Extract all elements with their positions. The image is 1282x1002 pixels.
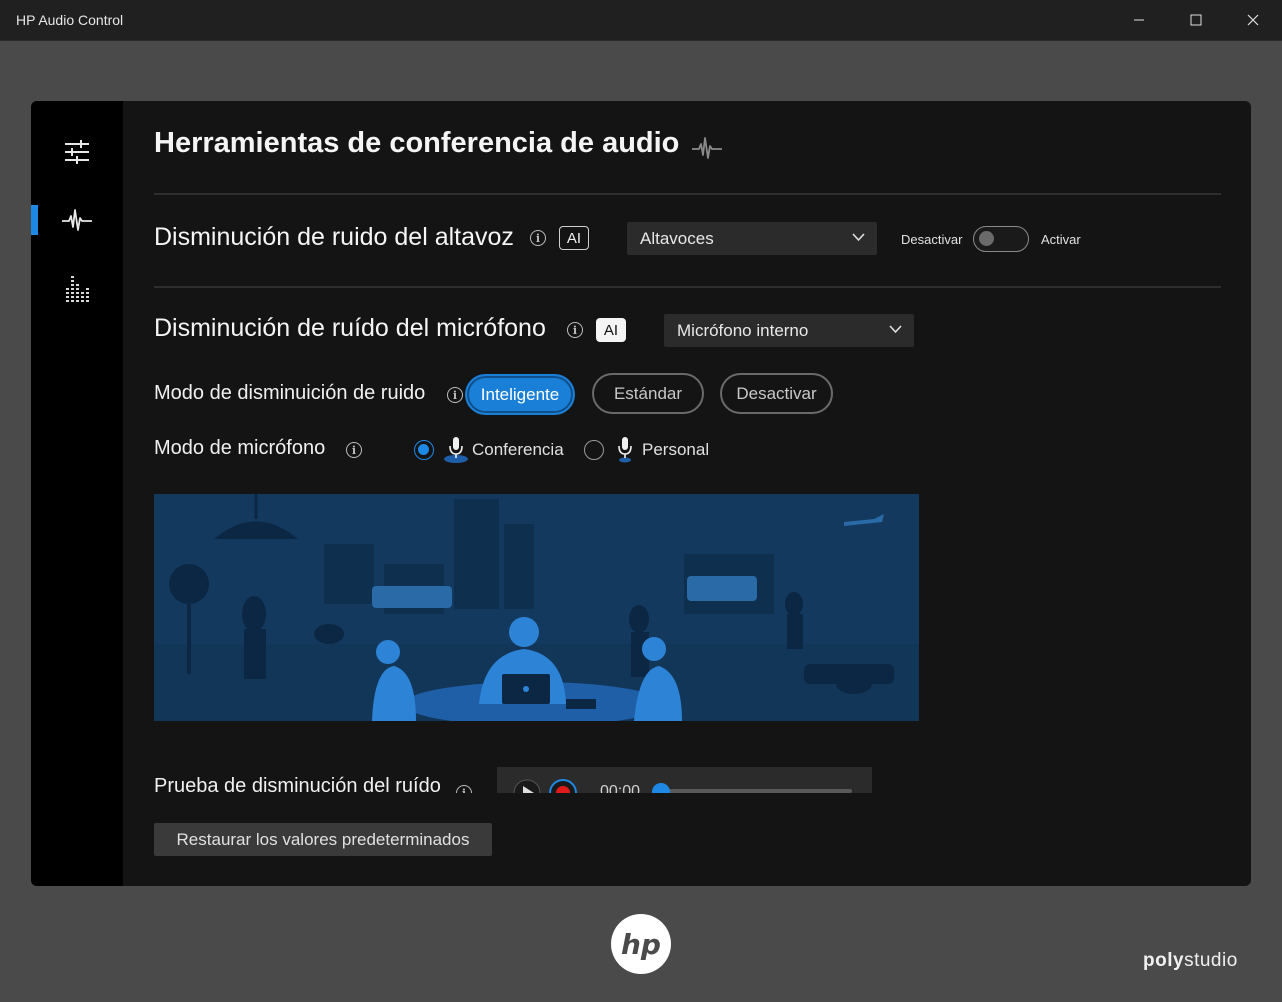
restore-defaults-button[interactable]: Restaurar los valores predeterminados xyxy=(154,823,492,856)
main-panel: Herramientas de conferencia de audio Dis… xyxy=(31,101,1251,886)
mode-off-button[interactable]: Desactivar xyxy=(720,373,833,414)
divider xyxy=(154,193,1221,195)
noise-test-row: Prueba de disminución del ruído i 00:00 xyxy=(154,761,934,793)
info-icon[interactable]: i xyxy=(456,785,472,793)
mode-standard-button[interactable]: Estándar xyxy=(592,373,704,414)
page-title: Herramientas de conferencia de audio xyxy=(154,127,680,159)
poly-logo-light: studio xyxy=(1184,950,1238,971)
title-bar: HP Audio Control xyxy=(0,0,1282,41)
equalizer-icon xyxy=(66,276,89,302)
test-progress-thumb[interactable] xyxy=(652,783,670,793)
waveform-icon xyxy=(692,137,722,159)
info-icon[interactable]: i xyxy=(346,442,362,458)
ai-badge: AI xyxy=(596,318,626,342)
microphone-personal-icon xyxy=(618,437,632,463)
mic-device-value: Micrófono interno xyxy=(677,320,809,340)
ai-badge: AI xyxy=(559,226,589,250)
speaker-noise-reduction-label: Disminución de ruido del altavoz xyxy=(154,223,514,251)
conference-illustration xyxy=(154,494,919,721)
sidebar-item-equalizer[interactable] xyxy=(31,263,123,313)
chevron-down-icon xyxy=(852,233,865,242)
sidebar-item-audio-conference[interactable] xyxy=(31,195,123,245)
noise-test-label: Prueba de disminución del ruído xyxy=(154,775,441,793)
conference-label: Conferencia xyxy=(472,440,564,459)
personal-radio[interactable] xyxy=(584,440,604,460)
minimize-button[interactable] xyxy=(1110,0,1167,40)
play-icon xyxy=(513,779,541,793)
record-icon xyxy=(549,779,577,793)
personal-label: Personal xyxy=(642,440,710,459)
info-icon[interactable]: i xyxy=(530,230,546,246)
maximize-icon xyxy=(1190,14,1201,26)
test-progress-track[interactable] xyxy=(660,789,852,793)
speaker-device-dropdown[interactable]: Altavoces xyxy=(627,222,877,255)
noise-test-player: 00:00 xyxy=(497,767,872,793)
sidebar-item-settings[interactable] xyxy=(31,127,123,177)
window-title: HP Audio Control xyxy=(16,12,124,28)
poly-studio-logo: polystudio xyxy=(1143,950,1238,972)
conference-radio[interactable] xyxy=(414,440,434,460)
noise-mode-label: Modo de disminuición de ruido xyxy=(154,382,426,404)
chevron-down-icon xyxy=(889,325,902,334)
speaker-noise-toggle[interactable] xyxy=(973,226,1029,252)
sidebar xyxy=(31,101,123,886)
close-icon xyxy=(1247,14,1258,26)
sliders-icon xyxy=(65,140,89,164)
microphone-conference-icon xyxy=(444,437,468,463)
mic-mode-label: Modo de micrófono xyxy=(154,437,326,459)
poly-logo-bold: poly xyxy=(1143,950,1185,971)
content-area: Herramientas de conferencia de audio Dis… xyxy=(123,101,1251,886)
minimize-icon xyxy=(1133,19,1144,21)
info-icon[interactable]: i xyxy=(447,387,463,403)
test-time: 00:00 xyxy=(600,783,641,793)
hp-logo: hp xyxy=(611,914,671,974)
toggle-knob xyxy=(979,231,994,246)
mic-device-dropdown[interactable]: Micrófono interno xyxy=(664,314,914,347)
mic-noise-reduction-label: Disminución de ruído del micrófono xyxy=(154,314,546,342)
hp-logo-text: hp xyxy=(621,928,661,961)
close-button[interactable] xyxy=(1224,0,1281,40)
info-icon[interactable]: i xyxy=(567,322,583,338)
divider xyxy=(154,286,1221,288)
maximize-button[interactable] xyxy=(1167,0,1224,40)
mode-intelligent-button[interactable]: Inteligente xyxy=(465,374,575,415)
toggle-off-label: Desactivar xyxy=(901,232,963,247)
toggle-on-label: Activar xyxy=(1041,232,1081,247)
waveform-icon xyxy=(62,209,92,231)
speaker-device-value: Altavoces xyxy=(640,228,714,248)
